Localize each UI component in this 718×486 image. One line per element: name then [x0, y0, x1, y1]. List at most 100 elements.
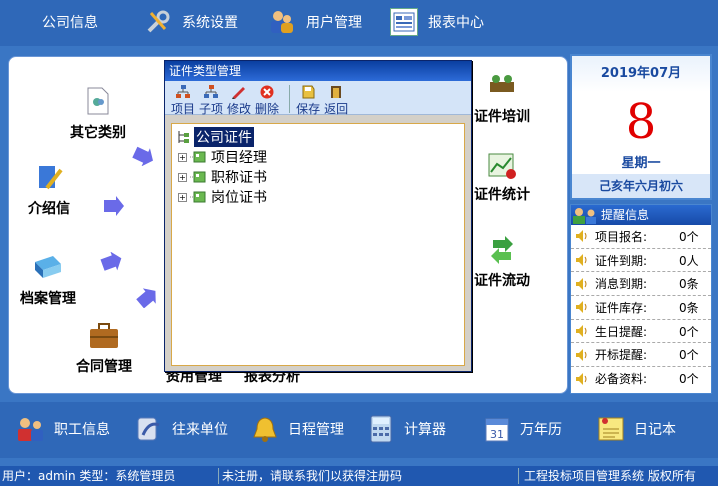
speaker-icon	[576, 325, 587, 338]
bell-icon	[250, 414, 280, 444]
nav-report-center[interactable]: 报表中心	[390, 8, 484, 36]
tree-node[interactable]: + 项目经理	[176, 147, 460, 167]
speaker-icon	[576, 277, 587, 290]
users-icon	[268, 8, 296, 36]
nav-partner-units-label: 往来单位	[172, 422, 228, 438]
tree-item-icon	[176, 85, 190, 98]
briefcase-icon	[90, 323, 118, 348]
speaker-icon	[576, 348, 587, 361]
calendar-year-month: 2019年07月	[572, 56, 710, 92]
expand-icon[interactable]: +	[178, 192, 187, 202]
nav-company-info[interactable]: 公司信息	[42, 8, 98, 36]
reminder-count: 0个	[679, 229, 699, 244]
nav-employee-info[interactable]: 职工信息	[16, 414, 110, 444]
document-icon	[87, 87, 109, 115]
nav-schedule-management[interactable]: 日程管理	[250, 414, 344, 444]
item-archive-management[interactable]: 档案管理	[20, 254, 76, 308]
item-contract-management[interactable]: 合同管理	[76, 322, 132, 376]
save-icon	[302, 85, 315, 99]
edit-button[interactable]: 修改	[227, 85, 251, 117]
pencil-icon	[232, 87, 246, 99]
arrow-icon	[104, 196, 124, 216]
item-certificate-flow[interactable]: 证件流动	[474, 236, 530, 290]
reminder-row[interactable]: 证件库存: 0条	[571, 296, 711, 320]
reminder-row[interactable]: 开标提醒: 0个	[571, 343, 711, 368]
reminder-row[interactable]: 项目报名: 0个	[571, 225, 711, 249]
reminder-count: 0人	[679, 253, 699, 268]
expand-icon[interactable]: +	[178, 172, 187, 182]
back-button[interactable]: 返回	[324, 85, 348, 117]
reminder-header: 提醒信息	[571, 205, 711, 225]
reminder-count: 0条	[679, 300, 699, 315]
chart-icon	[488, 153, 516, 179]
nav-system-settings-label: 系统设置	[182, 15, 238, 31]
nav-perpetual-calendar[interactable]: 31 万年历	[482, 414, 562, 444]
reminder-count: 0个	[679, 324, 699, 339]
tree-root-node[interactable]: 公司证件	[176, 127, 460, 147]
folder-node-icon	[190, 151, 206, 163]
reminder-row[interactable]: 消息到期: 0条	[571, 272, 711, 297]
status-product: 工程投标项目管理系统 版权所有	[524, 469, 696, 483]
calendar-widget[interactable]: 2019年07月 8 星期一 己亥年六月初六	[570, 54, 712, 200]
nav-user-management[interactable]: 用户管理	[268, 8, 362, 36]
nav-diary[interactable]: 日记本	[596, 414, 676, 444]
item-introduction-letter[interactable]: 介绍信	[28, 162, 70, 218]
phone-icon	[134, 414, 164, 444]
calendar-lunar-date: 己亥年六月初六	[572, 174, 710, 198]
arrow-icon	[136, 288, 156, 308]
reminder-label: 消息到期:	[595, 277, 648, 292]
employees-icon	[16, 414, 46, 444]
calculator-icon	[366, 414, 396, 444]
reminder-count: 0个	[679, 372, 699, 387]
nav-calculator[interactable]: 计算器	[366, 414, 446, 444]
nav-company-info-label: 公司信息	[42, 15, 98, 31]
calendar-icon: 31	[482, 414, 512, 444]
speaker-icon	[576, 254, 587, 267]
reminder-row[interactable]: 必备资料: 0个	[571, 367, 711, 391]
notepad-icon	[596, 414, 626, 444]
reminder-label: 必备资料:	[595, 372, 648, 387]
nav-schedule-management-label: 日程管理	[288, 422, 344, 438]
tree-subitem-icon	[204, 85, 219, 98]
item-certificate-training[interactable]: 证件培训	[474, 72, 530, 126]
item-introduction-letter-label: 介绍信	[28, 201, 70, 217]
item-certificate-statistics[interactable]: 证件统计	[474, 152, 530, 204]
report-icon	[390, 8, 418, 36]
nav-calculator-label: 计算器	[404, 422, 446, 438]
tree-node[interactable]: + 岗位证书	[176, 187, 460, 207]
tree-node-label: 项目经理	[211, 150, 267, 166]
nav-user-management-label: 用户管理	[306, 15, 362, 31]
add-subitem-button[interactable]: 子项	[199, 85, 223, 117]
status-divider	[218, 468, 219, 484]
item-certificate-statistics-label: 证件统计	[474, 187, 530, 203]
dialog-title: 证件类型管理	[165, 61, 471, 81]
nav-partner-units[interactable]: 往来单位	[134, 414, 228, 444]
calendar-weekday: 星期一	[621, 156, 661, 171]
top-nav-bar: 公司信息 系统设置 用户管理 报表中心	[0, 0, 718, 46]
nav-employee-info-label: 职工信息	[54, 422, 110, 438]
item-contract-management-label: 合同管理	[76, 359, 132, 375]
dialog-toolbar: 项目 子项 修改 删除 保存 返回	[165, 81, 471, 117]
flow-icon	[491, 236, 513, 264]
add-item-button[interactable]: 项目	[171, 85, 195, 117]
reminder-row[interactable]: 生日提醒: 0个	[571, 320, 711, 344]
item-certificate-flow-label: 证件流动	[474, 273, 530, 289]
tree-node-label: 职称证书	[211, 170, 267, 186]
item-other-category[interactable]: 其它类别	[70, 86, 126, 142]
item-other-category-label: 其它类别	[70, 125, 126, 141]
delete-icon	[260, 85, 274, 99]
nav-system-settings[interactable]: 系统设置	[144, 8, 238, 36]
people-icon	[573, 208, 596, 224]
tree-node[interactable]: + 职称证书	[176, 167, 460, 187]
reminder-row[interactable]: 证件到期: 0人	[571, 249, 711, 273]
certificate-tree[interactable]: 公司证件 + 项目经理 + 职称证书 + 岗位证书	[171, 123, 465, 366]
save-button[interactable]: 保存	[296, 85, 320, 117]
training-icon	[490, 75, 514, 92]
arrow-icon	[100, 252, 122, 271]
item-archive-management-label: 档案管理	[20, 291, 76, 307]
expand-icon[interactable]: +	[178, 152, 187, 162]
folder-node-icon	[190, 191, 206, 203]
reminder-label: 证件到期:	[595, 253, 648, 268]
reminder-panel: 提醒信息 项目报名: 0个 证件到期: 0人 消息到期: 0条 证件库存: 0条 生日提…	[570, 204, 712, 394]
delete-button[interactable]: 删除	[255, 85, 279, 117]
